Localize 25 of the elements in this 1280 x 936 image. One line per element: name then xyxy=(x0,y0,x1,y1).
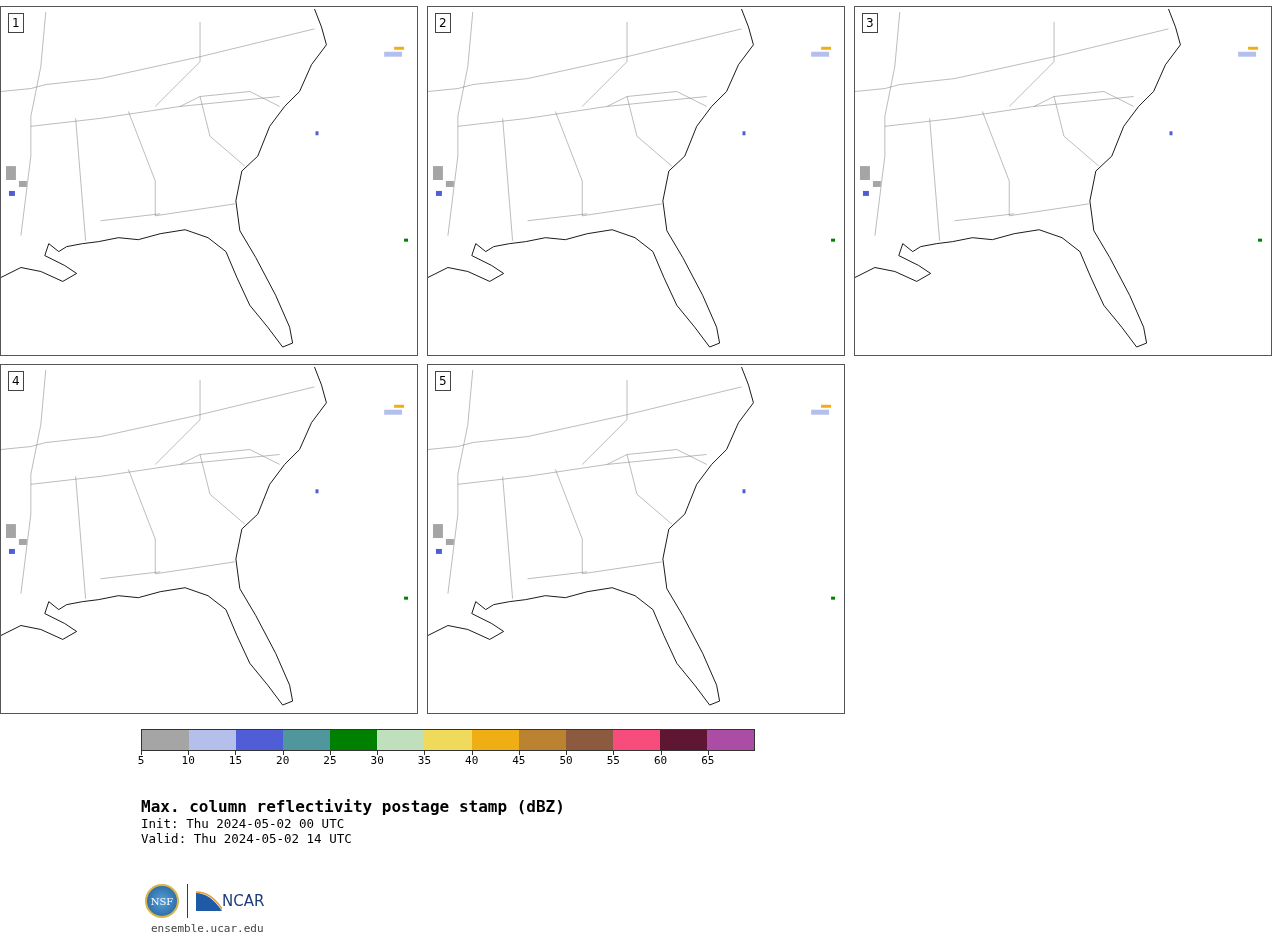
swoosh-icon xyxy=(196,891,222,911)
panel-number: 4 xyxy=(8,371,24,391)
tick-label: 30 xyxy=(370,755,384,767)
panel-number: 1 xyxy=(8,13,24,33)
logo-text: NCAR xyxy=(222,892,265,910)
tick-label: 35 xyxy=(417,755,432,767)
tick-label: 10 xyxy=(181,755,195,767)
tick-label: 15 xyxy=(228,755,243,767)
valid-time: Valid: Thu 2024-05-02 14 UTC xyxy=(141,831,353,846)
panel-number: 3 xyxy=(862,13,878,33)
panel-number: 5 xyxy=(435,371,451,391)
tick-label: 5 xyxy=(137,755,145,767)
init-time: Init: Thu 2024-05-02 00 UTC xyxy=(141,816,346,831)
tick-label: 60 xyxy=(653,755,668,767)
tick-label: 20 xyxy=(276,755,290,767)
globe-logo: NSF xyxy=(145,884,179,918)
tick-label: 65 xyxy=(701,755,715,767)
tick-label: 55 xyxy=(606,755,620,767)
website-text: ensemble.ucar.edu xyxy=(150,922,265,935)
chart-title: Max. column reflectivity postage stamp (dBZ) xyxy=(141,797,566,816)
tick-label: 45 xyxy=(512,755,526,767)
tick-label: 40 xyxy=(465,755,479,767)
tick-label: 25 xyxy=(323,755,337,767)
tick-label: 50 xyxy=(559,755,573,767)
panel-number: 2 xyxy=(435,13,451,33)
